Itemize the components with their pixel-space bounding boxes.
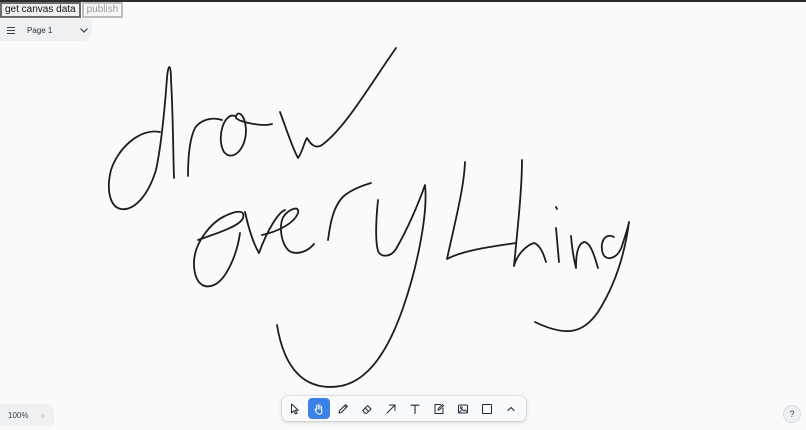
tool-eraser[interactable] bbox=[356, 398, 378, 419]
debug-buttons: get canvas data publish bbox=[0, 2, 124, 18]
page-name: Page 1 bbox=[27, 25, 53, 35]
help-button[interactable]: ? bbox=[783, 405, 801, 423]
publish-button[interactable]: publish bbox=[81, 2, 124, 18]
tool-text[interactable] bbox=[404, 398, 426, 419]
tool-more[interactable] bbox=[500, 398, 522, 419]
arrow-icon bbox=[386, 404, 396, 413]
help-icon: ? bbox=[789, 409, 795, 419]
tool-hand[interactable] bbox=[308, 398, 331, 419]
eraser-icon bbox=[362, 404, 372, 414]
hamburger-menu-icon[interactable] bbox=[6, 25, 16, 35]
stroke-w bbox=[279, 47, 397, 159]
tool-draw[interactable] bbox=[332, 398, 354, 419]
stroke-d bbox=[108, 66, 175, 210]
zoom-panel[interactable]: 100% » bbox=[0, 404, 54, 426]
stroke-g bbox=[534, 221, 630, 332]
stroke-e2 bbox=[261, 207, 315, 254]
stroke-v bbox=[244, 209, 286, 254]
stroke-a bbox=[219, 112, 273, 157]
page-menu[interactable]: Page 1 bbox=[0, 19, 92, 41]
chevron-down-icon[interactable] bbox=[79, 25, 89, 35]
tool-arrow[interactable] bbox=[380, 398, 402, 419]
stroke-e bbox=[193, 210, 245, 288]
tool-select[interactable] bbox=[284, 398, 306, 419]
cursor-icon bbox=[291, 403, 299, 414]
pencil-icon bbox=[338, 403, 349, 413]
stroke-i-dot bbox=[555, 206, 558, 210]
image-icon bbox=[458, 404, 469, 413]
minimap-toggle[interactable]: » bbox=[40, 411, 45, 420]
hand-icon bbox=[314, 403, 323, 415]
stroke-t bbox=[446, 161, 517, 260]
tool-note[interactable] bbox=[428, 398, 450, 419]
stroke-r2 bbox=[327, 182, 372, 241]
chevron-up-icon bbox=[507, 406, 515, 411]
drawing-canvas[interactable] bbox=[0, 18, 806, 430]
tool-rectangle[interactable] bbox=[476, 398, 498, 419]
stroke-n bbox=[570, 235, 599, 269]
zoom-level[interactable]: 100% bbox=[8, 411, 28, 420]
stroke-h bbox=[513, 159, 547, 267]
note-icon bbox=[434, 403, 445, 414]
get-canvas-data-button[interactable]: get canvas data bbox=[0, 2, 81, 18]
stroke-r bbox=[187, 117, 223, 177]
main-toolbar bbox=[282, 396, 526, 421]
rectangle-icon bbox=[482, 403, 493, 414]
text-icon bbox=[410, 404, 420, 414]
stroke-y bbox=[276, 184, 427, 388]
tool-asset[interactable] bbox=[452, 398, 474, 419]
drawing-strokes bbox=[108, 47, 630, 388]
stroke-i bbox=[555, 227, 560, 263]
